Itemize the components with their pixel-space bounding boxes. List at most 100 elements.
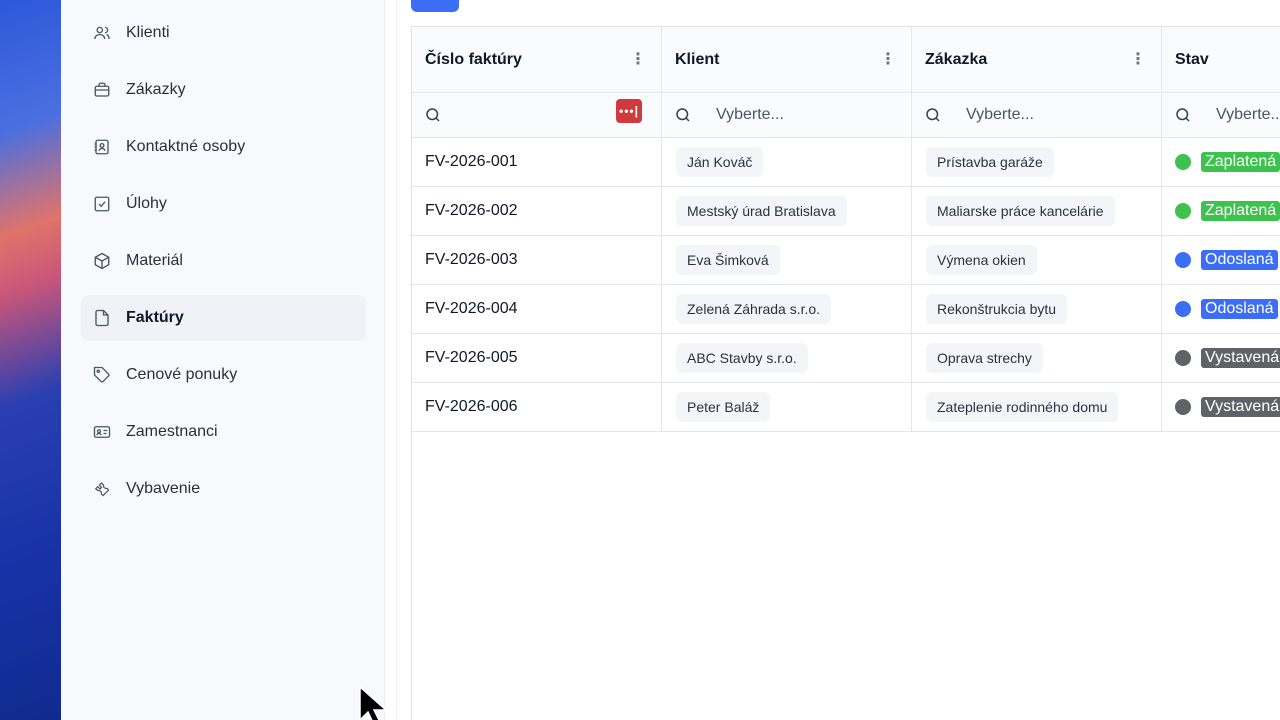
invoice-number-cell: FV-2026-001: [412, 138, 662, 187]
sidebar-item-label: Faktúry: [126, 309, 184, 326]
invoices-table: Číslo faktúry ⋮ Klient ⋮ Zákazka ⋮ Stav …: [411, 26, 1280, 432]
sidebar-item-label: Cenové ponuky: [126, 366, 238, 383]
sidebar-item-zakazky[interactable]: Zákazky: [81, 67, 366, 113]
client-chip[interactable]: ABC Stavby s.r.o.: [676, 343, 808, 373]
client-cell: Peter Baláž: [662, 383, 912, 432]
tag-icon: [93, 366, 111, 384]
file-icon: [93, 309, 111, 327]
table-row[interactable]: FV-2026-001 Ján Kováč Prístavba garáže Zapl…: [412, 138, 1280, 187]
job-cell: Zateplenie rodinného domu: [912, 383, 1162, 432]
status-badge: Vystavená: [1201, 397, 1280, 417]
table-body: FV-2026-001 Ján Kováč Prístavba garáže Zapl…: [412, 138, 1280, 432]
status-cell: Vystavená: [1162, 334, 1280, 383]
sidebar-item-kontaktne-osoby[interactable]: Kontaktné osoby: [81, 124, 366, 170]
invoice-number-cell: FV-2026-004: [412, 285, 662, 334]
status-badge: Odoslaná: [1201, 299, 1278, 319]
invoice-number-cell: FV-2026-005: [412, 334, 662, 383]
sidebar-item-label: Kontaktné osoby: [126, 138, 246, 155]
column-menu-icon[interactable]: ⋮: [880, 51, 896, 68]
sidebar-item-label: Klienti: [126, 24, 170, 41]
client-cell: Zelená Záhrada s.r.o.: [662, 285, 912, 334]
filter-status-select[interactable]: Vyberte...: [1162, 93, 1280, 138]
client-cell: Mestský úrad Bratislava: [662, 187, 912, 236]
sidebar-item-label: Úlohy: [126, 195, 167, 212]
sidebar-item-zamestnanci[interactable]: Zamestnanci: [81, 409, 366, 455]
client-chip[interactable]: Ján Kováč: [676, 147, 764, 177]
sidebar-item-faktury[interactable]: Faktúry: [81, 295, 366, 341]
box-icon: [93, 252, 111, 270]
column-header-client[interactable]: Klient ⋮: [662, 27, 912, 93]
status-dot-icon: [1175, 350, 1191, 366]
column-header-status[interactable]: Stav: [1162, 27, 1280, 93]
filter-row: •••| Vyberte... Vyberte... Vyberte...: [412, 93, 1280, 138]
status-dot-icon: [1175, 399, 1191, 415]
client-cell: Ján Kováč: [662, 138, 912, 187]
client-chip[interactable]: Zelená Záhrada s.r.o.: [676, 294, 832, 324]
status-badge: Zaplatená: [1201, 201, 1280, 221]
client-cell: ABC Stavby s.r.o.: [662, 334, 912, 383]
status-dot-icon: [1175, 301, 1191, 317]
contact-book-icon: [93, 138, 111, 156]
job-cell: Výmena okien: [912, 236, 1162, 285]
status-cell: Odoslaná: [1162, 285, 1280, 334]
table-header: Číslo faktúry ⋮ Klient ⋮ Zákazka ⋮ Stav: [412, 27, 1280, 93]
column-header-number[interactable]: Číslo faktúry ⋮: [412, 27, 662, 93]
password-manager-icon[interactable]: •••|: [616, 99, 642, 123]
table-row[interactable]: FV-2026-002 Mestský úrad Bratislava Maliar…: [412, 187, 1280, 236]
job-chip[interactable]: Zateplenie rodinného domu: [926, 392, 1119, 422]
sidebar-item-cenove-ponuky[interactable]: Cenové ponuky: [81, 352, 366, 398]
table-row[interactable]: FV-2026-006 Peter Baláž Zateplenie rodinné…: [412, 383, 1280, 432]
search-icon: [426, 108, 440, 122]
job-chip[interactable]: Prístavba garáže: [926, 147, 1054, 177]
filter-number-input[interactable]: •••|: [412, 93, 662, 138]
invoice-number-cell: FV-2026-003: [412, 236, 662, 285]
status-badge: Zaplatená: [1201, 152, 1280, 172]
client-chip[interactable]: Peter Baláž: [676, 392, 771, 422]
status-cell: Vystavená: [1162, 383, 1280, 432]
column-header-job[interactable]: Zákazka ⋮: [912, 27, 1162, 93]
job-chip[interactable]: Rekonštrukcia bytu: [926, 294, 1068, 324]
table-row[interactable]: FV-2026-005 ABC Stavby s.r.o. Oprava strec…: [412, 334, 1280, 383]
sidebar-item-klienti[interactable]: Klienti: [81, 10, 366, 56]
checkbox-icon: [93, 195, 111, 213]
status-badge: Odoslaná: [1201, 250, 1278, 270]
table-row[interactable]: FV-2026-003 Eva Šimková Výmena okien Odosla…: [412, 236, 1280, 285]
job-chip[interactable]: Výmena okien: [926, 245, 1037, 275]
job-cell: Oprava strechy: [912, 334, 1162, 383]
filter-placeholder: Vyberte...: [1216, 106, 1280, 123]
filter-placeholder: Vyberte...: [966, 106, 1034, 123]
column-menu-icon[interactable]: ⋮: [630, 51, 646, 68]
job-cell: Rekonštrukcia bytu: [912, 285, 1162, 334]
id-card-icon: [93, 423, 111, 441]
sidebar-item-label: Vybavenie: [126, 480, 201, 497]
primary-action-button[interactable]: [411, 0, 459, 12]
filter-job-select[interactable]: Vyberte...: [912, 93, 1162, 138]
job-cell: Maliarske práce kancelárie: [912, 187, 1162, 236]
sidebar-item-ulohy[interactable]: Úlohy: [81, 181, 366, 227]
status-cell: Zaplatená: [1162, 138, 1280, 187]
invoice-number-cell: FV-2026-002: [412, 187, 662, 236]
mouse-cursor-icon: [359, 686, 388, 720]
job-chip[interactable]: Maliarske práce kancelárie: [926, 196, 1115, 226]
sidebar-item-vybavenie[interactable]: Vybavenie: [81, 466, 366, 512]
search-icon: [926, 108, 940, 122]
sidebar-item-material[interactable]: Materiál: [81, 238, 366, 284]
briefcase-icon: [93, 81, 111, 99]
client-chip[interactable]: Mestský úrad Bratislava: [676, 196, 847, 226]
status-dot-icon: [1175, 154, 1191, 170]
job-cell: Prístavba garáže: [912, 138, 1162, 187]
sidebar-item-label: Zákazky: [126, 81, 186, 98]
table-row[interactable]: FV-2026-004 Zelená Záhrada s.r.o. Rekonštr…: [412, 285, 1280, 334]
filter-client-select[interactable]: Vyberte...: [662, 93, 912, 138]
column-menu-icon[interactable]: ⋮: [1130, 51, 1146, 68]
status-dot-icon: [1175, 252, 1191, 268]
status-dot-icon: [1175, 203, 1191, 219]
search-icon: [1176, 108, 1190, 122]
status-cell: Odoslaná: [1162, 236, 1280, 285]
client-chip[interactable]: Eva Šimková: [676, 245, 780, 275]
job-chip[interactable]: Oprava strechy: [926, 343, 1043, 373]
users-icon: [93, 24, 111, 42]
wrench-icon: [93, 480, 111, 498]
divider: [396, 0, 397, 720]
content-gutter: [385, 0, 411, 720]
